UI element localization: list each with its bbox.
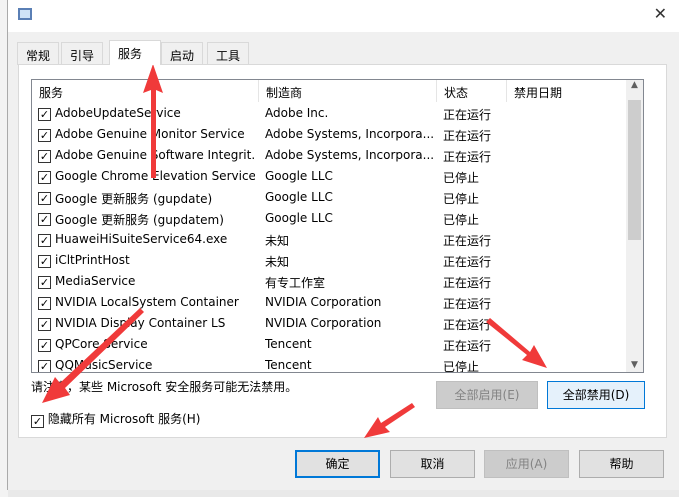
service-name: QPCore Service bbox=[55, 337, 148, 351]
row-checkbox[interactable]: ✓ bbox=[38, 108, 51, 121]
status: 已停止 bbox=[443, 192, 480, 206]
hide-microsoft-label: 隐藏所有 Microsoft 服务(H) bbox=[47, 412, 201, 426]
manufacturer: Adobe Systems, Incorpora... bbox=[265, 148, 435, 162]
service-name: NVIDIA Display Container LS bbox=[55, 316, 226, 330]
manufacturer: 未知 bbox=[265, 255, 290, 269]
row-checkbox[interactable]: ✓ bbox=[38, 318, 51, 331]
cancel-button[interactable]: 取消 bbox=[390, 450, 475, 478]
status: 正在运行 bbox=[443, 234, 492, 248]
table-row[interactable]: ✓ Adobe Genuine Monitor Service Adobe Sy… bbox=[32, 125, 627, 146]
system-configuration-dialog: ✕ 常规 引导 服务 启动 工具 服务 制造商 状态 禁用日期 ✓ AdobeU… bbox=[7, 0, 679, 490]
service-name: Google Chrome Elevation Service bbox=[55, 169, 255, 183]
title-bar: ✕ bbox=[8, 0, 679, 32]
manufacturer: Tencent bbox=[265, 358, 312, 372]
table-row[interactable]: ✓ Google Chrome Elevation Service Google… bbox=[32, 167, 627, 188]
table-row[interactable]: ✓ Google 更新服务 (gupdatem) Google LLC 已停止 bbox=[32, 209, 627, 230]
row-checkbox[interactable]: ✓ bbox=[38, 234, 51, 247]
table-row[interactable]: ✓ QPCore Service Tencent 正在运行 bbox=[32, 335, 627, 356]
row-checkbox[interactable]: ✓ bbox=[38, 255, 51, 268]
status: 正在运行 bbox=[443, 150, 492, 164]
row-checkbox[interactable]: ✓ bbox=[38, 129, 51, 142]
manufacturer: Tencent bbox=[265, 337, 312, 351]
row-checkbox[interactable]: ✓ bbox=[38, 150, 51, 163]
scroll-thumb[interactable] bbox=[628, 100, 641, 240]
row-checkbox[interactable]: ✓ bbox=[38, 192, 51, 205]
table-row[interactable]: ✓ NVIDIA LocalSystem Container NVIDIA Co… bbox=[32, 293, 627, 314]
service-name: Adobe Genuine Monitor Service bbox=[55, 127, 245, 141]
status: 已停止 bbox=[443, 360, 480, 373]
column-service[interactable]: 服务 bbox=[32, 80, 259, 102]
row-checkbox[interactable]: ✓ bbox=[38, 276, 51, 289]
table-row[interactable]: ✓ AdobeUpdateService Adobe Inc. 正在运行 bbox=[32, 104, 627, 125]
checkbox-icon[interactable]: ✓ bbox=[31, 415, 44, 428]
table-row[interactable]: ✓ HuaweiHiSuiteService64.exe 未知 正在运行 bbox=[32, 230, 627, 251]
scroll-down-icon[interactable]: ▼ bbox=[626, 360, 643, 370]
status: 正在运行 bbox=[443, 339, 492, 353]
service-name: MediaService bbox=[55, 274, 136, 288]
tab-general[interactable]: 常规 bbox=[17, 42, 60, 65]
row-checkbox[interactable]: ✓ bbox=[38, 297, 51, 310]
service-name: Google 更新服务 (gupdate) bbox=[55, 192, 213, 206]
enable-all-button[interactable]: 全部启用(E) bbox=[436, 381, 538, 409]
table-row[interactable]: ✓ QQMusicService Tencent 已停止 bbox=[32, 356, 627, 373]
scrollbar[interactable]: ▲ ▼ bbox=[626, 80, 643, 372]
status: 正在运行 bbox=[443, 108, 492, 122]
service-name: NVIDIA LocalSystem Container bbox=[55, 295, 239, 309]
tab-tools[interactable]: 工具 bbox=[207, 42, 250, 65]
manufacturer: Adobe Systems, Incorpora... bbox=[265, 127, 435, 141]
services-list: 服务 制造商 状态 禁用日期 ✓ AdobeUpdateService Adob… bbox=[31, 79, 644, 373]
help-button[interactable]: 帮助 bbox=[579, 450, 664, 478]
row-checkbox[interactable]: ✓ bbox=[38, 339, 51, 352]
manufacturer: Google LLC bbox=[265, 169, 333, 183]
row-checkbox[interactable]: ✓ bbox=[38, 213, 51, 226]
tab-boot[interactable]: 引导 bbox=[61, 42, 104, 65]
note-text: 请注意，某些 Microsoft 安全服务可能无法禁用。 bbox=[31, 380, 298, 394]
status: 已停止 bbox=[443, 213, 480, 227]
disable-all-button[interactable]: 全部禁用(D) bbox=[547, 381, 645, 409]
service-name: Adobe Genuine Software Integrit... bbox=[55, 148, 255, 162]
ok-button[interactable]: 确定 bbox=[295, 450, 380, 478]
hide-microsoft-services-checkbox[interactable]: ✓ 隐藏所有 Microsoft 服务(H) bbox=[31, 410, 201, 428]
row-checkbox[interactable]: ✓ bbox=[38, 360, 51, 372]
close-button[interactable]: ✕ bbox=[654, 4, 667, 23]
service-name: QQMusicService bbox=[55, 358, 153, 372]
column-disable-date[interactable]: 禁用日期 bbox=[507, 80, 627, 102]
manufacturer: Adobe Inc. bbox=[265, 106, 329, 120]
column-status[interactable]: 状态 bbox=[437, 80, 507, 102]
manufacturer: Google LLC bbox=[265, 190, 333, 204]
manufacturer: NVIDIA Corporation bbox=[265, 316, 382, 330]
manufacturer: NVIDIA Corporation bbox=[265, 295, 382, 309]
tab-startup[interactable]: 启动 bbox=[161, 42, 204, 65]
manufacturer: 未知 bbox=[265, 234, 290, 248]
status: 正在运行 bbox=[443, 297, 492, 311]
table-row[interactable]: ✓ MediaService 有专工作室 正在运行 bbox=[32, 272, 627, 293]
status: 正在运行 bbox=[443, 276, 492, 290]
service-name: Google 更新服务 (gupdatem) bbox=[55, 213, 224, 227]
apply-button[interactable]: 应用(A) bbox=[484, 450, 569, 478]
tab-services[interactable]: 服务 bbox=[109, 40, 161, 65]
service-name: AdobeUpdateService bbox=[55, 106, 181, 120]
service-name: iCltPrintHost bbox=[55, 253, 130, 267]
status: 正在运行 bbox=[443, 255, 492, 269]
status: 正在运行 bbox=[443, 318, 492, 332]
manufacturer: 有专工作室 bbox=[265, 276, 326, 290]
app-icon bbox=[18, 8, 32, 20]
table-row[interactable]: ✓ NVIDIA Display Container LS NVIDIA Cor… bbox=[32, 314, 627, 335]
row-checkbox[interactable]: ✓ bbox=[38, 171, 51, 184]
column-manufacturer[interactable]: 制造商 bbox=[259, 80, 437, 102]
table-row[interactable]: ✓ Adobe Genuine Software Integrit... Ado… bbox=[32, 146, 627, 167]
table-row[interactable]: ✓ Google 更新服务 (gupdate) Google LLC 已停止 bbox=[32, 188, 627, 209]
service-name: HuaweiHiSuiteService64.exe bbox=[55, 232, 228, 246]
scroll-up-icon[interactable]: ▲ bbox=[626, 80, 643, 90]
table-row[interactable]: ✓ iCltPrintHost 未知 正在运行 bbox=[32, 251, 627, 272]
status: 已停止 bbox=[443, 171, 480, 185]
manufacturer: Google LLC bbox=[265, 211, 333, 225]
status: 正在运行 bbox=[443, 129, 492, 143]
